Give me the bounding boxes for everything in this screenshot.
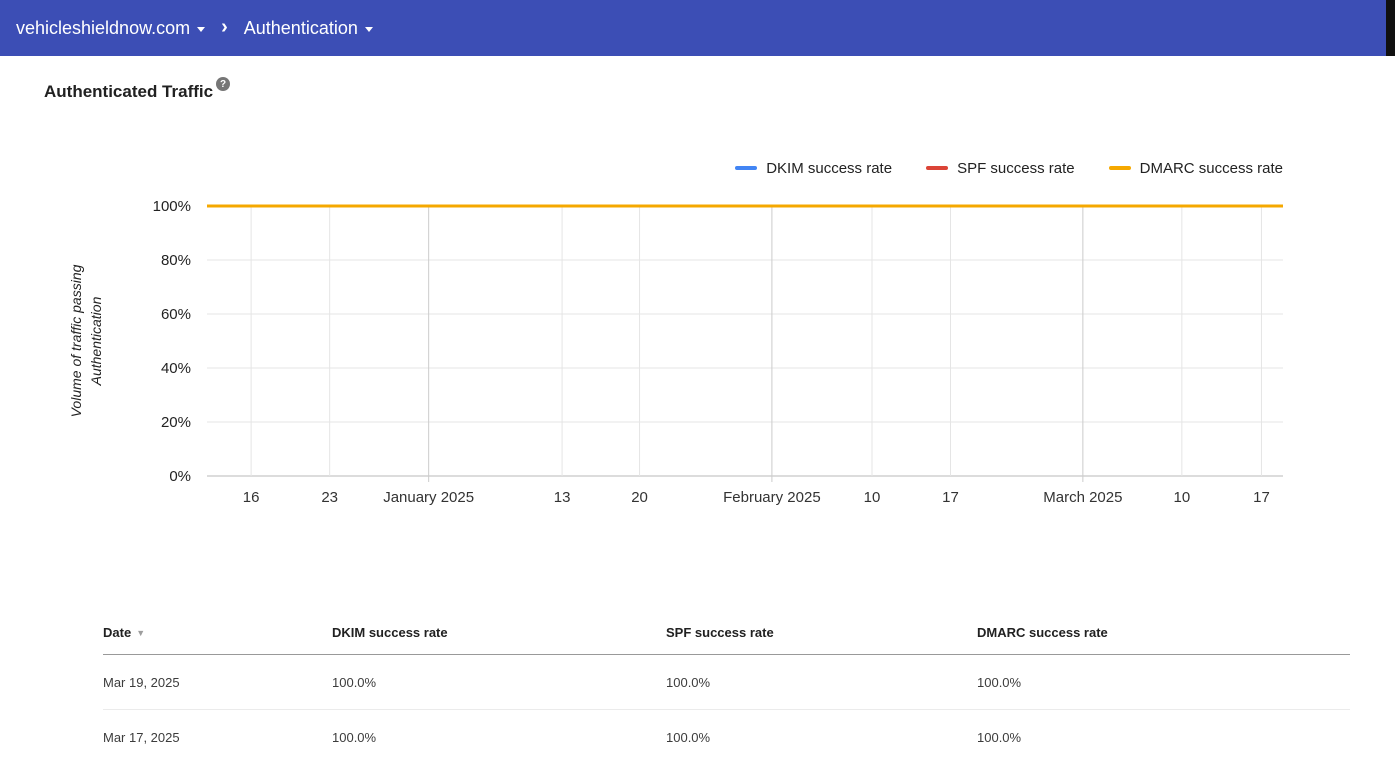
dmarc-line-swatch [1108,166,1131,170]
svg-text:February 2025: February 2025 [723,489,821,506]
title-row: Authenticated Traffic ? [44,77,1395,102]
chart-svg: 100% 80% 60% 40% 20% 0% 16 23 January 2025 13 20 Fe… [153,198,1283,506]
section-selector-label: Authentication [243,17,358,38]
sort-descending-icon: ▼ [136,627,146,638]
section-selector-dropdown[interactable]: Authentication [236,12,381,45]
svg-text:20%: 20% [161,414,191,431]
top-bar: vehicleshieldnow.com › Authentication [0,0,1395,56]
chart-legend: DKIM success rate SPF success rate DMARC… [0,158,1395,178]
legend-item-spf: SPF success rate [926,160,1075,177]
table-cell: 100.0% [977,674,1022,690]
svg-text:16: 16 [243,489,260,506]
table-cell: Mar 19, 2025 [103,674,180,690]
column-header-dmarc: DMARC success rate [977,625,1108,640]
legend-label: DMARC success rate [1139,159,1283,177]
table-cell: 100.0% [332,729,377,745]
svg-text:10: 10 [1174,489,1191,506]
dkim-line-swatch [735,166,758,170]
legend-item-dkim: DKIM success rate [735,160,892,177]
table-body: Mar 19, 2025 100.0% 100.0% 100.0% Mar 17, 20… [103,655,1350,757]
table-cell: 100.0% [666,674,711,690]
window-edge [1386,0,1395,56]
breadcrumb-separator-icon: › [221,15,228,38]
svg-text:0%: 0% [169,468,191,485]
svg-text:13: 13 [554,489,571,506]
auth-table: Date ▼ DKIM success rate SPF success rat… [103,611,1350,757]
table-header-row: Date ▼ DKIM success rate SPF success rat… [103,611,1350,655]
svg-text:20: 20 [631,489,648,506]
svg-text:40%: 40% [161,360,191,377]
svg-text:March 2025: March 2025 [1043,489,1122,506]
page-title: Authenticated Traffic [44,82,214,101]
chart-area: 100% 80% 60% 40% 20% 0% 16 23 January 2025 13 20 Fe… [0,190,1395,525]
table-cell: Mar 17, 2025 [103,729,180,745]
svg-text:80%: 80% [161,252,191,269]
svg-text:10: 10 [864,489,881,506]
domain-selector-label: vehicleshieldnow.com [16,17,191,38]
table-cell: 100.0% [666,729,711,745]
table-row: Mar 17, 2025 100.0% 100.0% 100.0% [103,710,1350,757]
y-axis-label: Volume of traffic passing Authentication [68,264,104,418]
svg-text:100%: 100% [153,198,191,215]
help-icon[interactable]: ? [216,77,231,91]
column-header-date[interactable]: Date ▼ [103,625,332,640]
chevron-down-icon [364,27,373,32]
table-row: Mar 19, 2025 100.0% 100.0% 100.0% [103,655,1350,710]
svg-text:17: 17 [942,489,959,506]
chart-section: DKIM success rate SPF success rate DMARC… [0,158,1395,525]
domain-selector-dropdown[interactable]: vehicleshieldnow.com [8,12,213,45]
table-cell: 100.0% [977,729,1022,745]
column-header-dkim: DKIM success rate [332,625,448,640]
chevron-down-icon [197,27,206,32]
column-header-spf: SPF success rate [666,625,774,640]
svg-text:23: 23 [321,489,338,506]
table-cell: 100.0% [332,674,377,690]
svg-text:January 2025: January 2025 [383,489,474,506]
svg-text:60%: 60% [161,306,191,323]
svg-text:17: 17 [1253,489,1270,506]
legend-item-dmarc: DMARC success rate [1108,159,1283,177]
spf-line-swatch [926,166,949,170]
legend-label: SPF success rate [957,159,1075,177]
legend-label: DKIM success rate [766,159,893,177]
